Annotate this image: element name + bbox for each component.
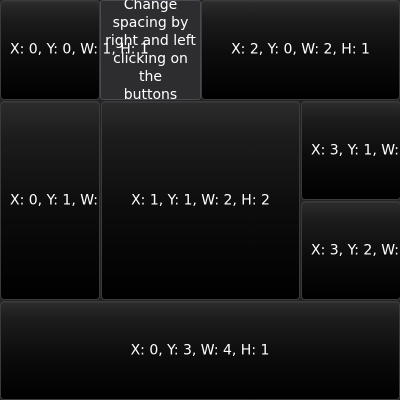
grid-cell-button-x0-y1[interactable]: X: 0, Y: 1, W: 1, H: 2 — [0, 101, 100, 300]
grid-cell-button-x0-y0[interactable]: X: 0, Y: 0, W: 1, H: 1 — [0, 0, 149, 100]
grid-cell-button-x3-y2[interactable]: X: 3, Y: 2, W: 1, H: 1 — [301, 201, 400, 300]
grid-cell-button-x0-y3[interactable]: X: 0, Y: 3, W: 4, H: 1 — [0, 301, 400, 400]
grid-cell-label: X: 0, Y: 3, W: 4, H: 1 — [130, 342, 270, 358]
grid-cell-label: X: 3, Y: 2, W: 1, H: 1 — [311, 242, 400, 258]
grid-cell-button-x2-y0[interactable]: X: 2, Y: 0, W: 2, H: 1 — [201, 0, 400, 100]
grid-cell-label: X: 3, Y: 1, W: 1, H: 1 — [311, 142, 400, 158]
grid-cell-button-x1-y1[interactable]: X: 1, Y: 1, W: 2, H: 2 — [101, 101, 300, 300]
grid-layout: Change spacing by right and left clickin… — [0, 0, 400, 400]
grid-cell-label: X: 0, Y: 0, W: 1, H: 1 — [10, 41, 149, 58]
grid-cell-button-x3-y1[interactable]: X: 3, Y: 1, W: 1, H: 1 — [301, 101, 400, 200]
grid-cell-label: X: 0, Y: 1, W: 1, H: 2 — [10, 192, 99, 208]
grid-cell-label: X: 2, Y: 0, W: 2, H: 1 — [231, 41, 370, 58]
grid-cell-label: X: 1, Y: 1, W: 2, H: 2 — [131, 192, 270, 208]
